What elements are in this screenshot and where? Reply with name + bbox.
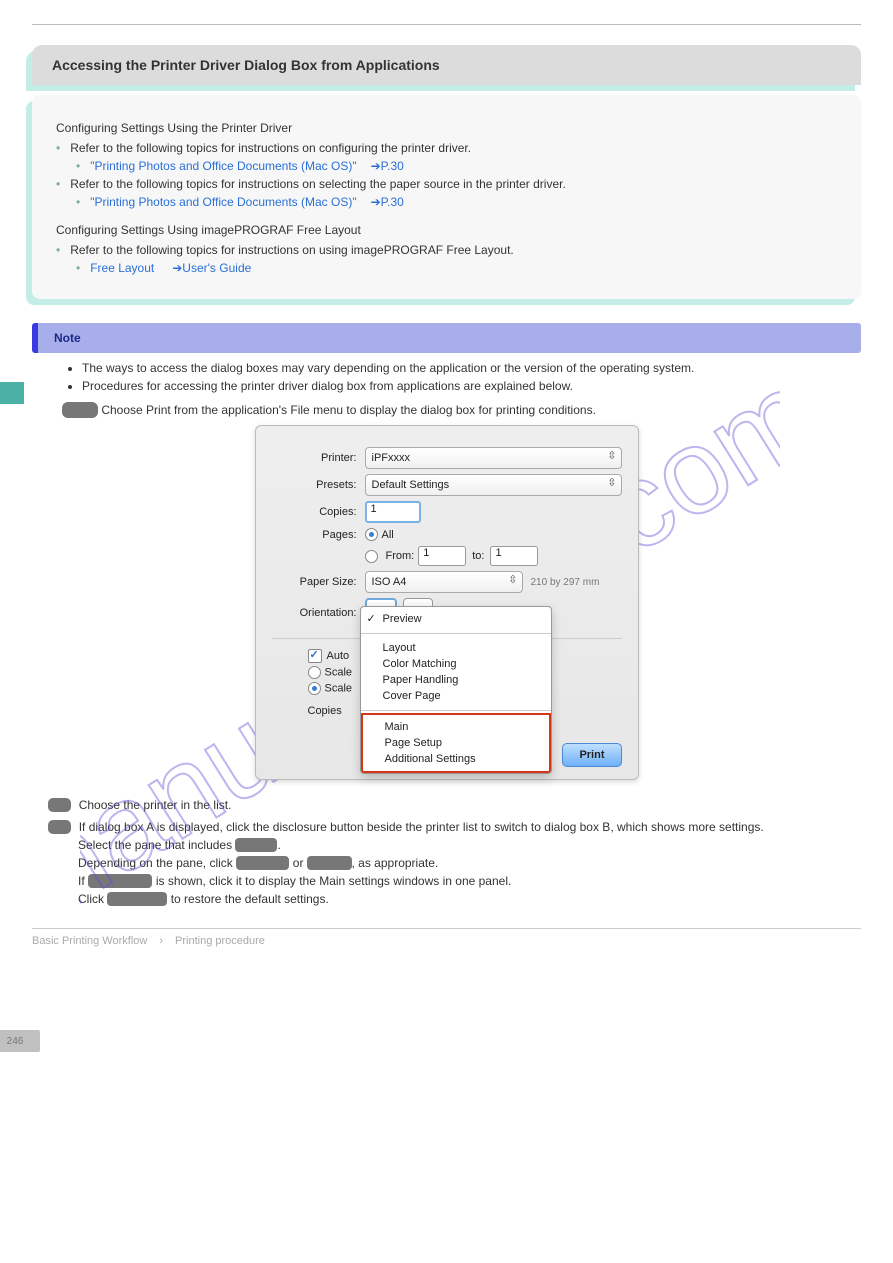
scale-radio-2[interactable]: [308, 682, 321, 695]
auto-rotate-label: Auto: [327, 650, 350, 662]
crumb-1: Basic Printing Workflow: [32, 935, 147, 947]
manual-ref: ➔User's Guide: [172, 261, 251, 275]
step-2-text: If dialog box A is displayed, click the …: [79, 820, 764, 834]
bullet-icon: •: [76, 195, 80, 209]
scale-label-2: Scale: [325, 682, 353, 694]
crumb-sep: ›: [159, 935, 163, 947]
section-title: Accessing the Printer Driver Dialog Box …: [32, 45, 861, 85]
para-4: Click Defaults to restore the default se…: [78, 892, 718, 906]
pages-label: Pages:: [272, 529, 357, 541]
bullet-icon: •: [76, 261, 80, 275]
bullet-icon: •: [56, 243, 60, 257]
bullet-icon: •: [56, 141, 60, 155]
orientation-label: Orientation:: [272, 607, 357, 619]
side-tab: [0, 382, 24, 404]
paper-size-label: Paper Size:: [272, 576, 357, 588]
para-2: Depending on the pane, click Quality or …: [78, 856, 718, 870]
menu-layout[interactable]: Layout: [361, 640, 551, 656]
presets-select[interactable]: Default Settings: [365, 474, 622, 496]
printer-label: Printer:: [272, 452, 357, 464]
scale-label-1: Scale: [325, 666, 353, 678]
print-dialog: Printer: iPFxxxx Presets: Default Settin…: [255, 425, 639, 780]
dialog-intro-text: Choose Print from the application's File…: [101, 403, 596, 417]
link-2[interactable]: "Printing Photos and Office Documents (M…: [90, 195, 356, 209]
copies-input[interactable]: 1: [365, 501, 421, 523]
top-rule: [32, 24, 861, 25]
subhead-2: Configuring Settings Using imagePROGRAF …: [56, 223, 837, 237]
bullet-icon: •: [76, 159, 80, 173]
free-layout-link[interactable]: Free Layout: [90, 261, 154, 275]
dialog-pane-menu[interactable]: Preview Layout Color Matching Paper Hand…: [360, 606, 552, 774]
pages-from-input[interactable]: 1: [418, 546, 466, 566]
page-ref-2: ➔P.30: [371, 195, 404, 209]
copies-label: Copies:: [272, 506, 357, 518]
step-1-text: Choose the printer in the list.: [79, 798, 232, 812]
note-list: The ways to access the dialog boxes may …: [82, 361, 861, 393]
info-box: Configuring Settings Using the Printer D…: [32, 95, 861, 299]
gray-viewset: View set.: [88, 874, 152, 888]
presets-label: Presets:: [272, 479, 357, 491]
footer: Basic Printing Workflow › Printing proce…: [32, 928, 861, 947]
menu-main[interactable]: Main: [363, 719, 549, 735]
auto-rotate-checkbox[interactable]: [308, 649, 322, 663]
menu-additional-settings[interactable]: Additional Settings: [363, 751, 549, 767]
para-1: Select the pane that includes Main.: [78, 838, 718, 852]
copies-row-label: Copies: [308, 705, 342, 717]
subhead-1: Configuring Settings Using the Printer D…: [56, 121, 837, 135]
bullet-2: Refer to the following topics for instru…: [70, 177, 566, 191]
step-1: 1 Choose the printer in the list.: [48, 798, 861, 812]
link-1[interactable]: "Printing Photos and Office Documents (M…: [90, 159, 356, 173]
note-header: Note: [32, 323, 861, 353]
pages-to-input[interactable]: 1: [490, 546, 538, 566]
scale-radio-1[interactable]: [308, 666, 321, 679]
pages-all-radio[interactable]: [365, 528, 378, 541]
printer-select[interactable]: iPFxxxx: [365, 447, 622, 469]
dialog-intro: xx Choose Print from the application's F…: [62, 403, 831, 417]
step-1-badge: 1: [48, 798, 71, 812]
menu-paper-handling[interactable]: Paper Handling: [361, 672, 551, 688]
bullet-1: Refer to the following topics for instru…: [70, 141, 471, 155]
gray-main: Main: [235, 838, 277, 852]
step-2-badge: 2: [48, 820, 71, 834]
section-title-text: Accessing the Printer Driver Dialog Box …: [52, 57, 440, 73]
menu-preview[interactable]: Preview: [361, 611, 551, 627]
note-title: Note: [54, 331, 81, 345]
page-ref-1: ➔P.30: [371, 159, 404, 173]
pages-to-label: to:: [472, 550, 484, 562]
menu-color-matching[interactable]: Color Matching: [361, 656, 551, 672]
gray-defaults: Defaults: [107, 892, 167, 906]
para-3: If View set. is shown, click it to displ…: [78, 874, 718, 888]
page-number-side: 246: [0, 1030, 40, 1052]
bullet-3: Refer to the following topics for instru…: [70, 243, 514, 257]
gray-quality: Quality: [236, 856, 289, 870]
note-item-1: The ways to access the dialog boxes may …: [82, 361, 861, 375]
print-button[interactable]: Print: [562, 743, 621, 767]
pages-range-radio[interactable]: [365, 550, 378, 563]
paper-size-note: 210 by 297 mm: [531, 577, 600, 588]
crumb-2: Printing procedure: [175, 935, 265, 947]
pages-all-label: All: [382, 529, 394, 541]
highlighted-menu-group: Main Page Setup Additional Settings: [361, 713, 551, 773]
bullet-icon: •: [56, 177, 60, 191]
step-2: 2 If dialog box A is displayed, click th…: [48, 820, 861, 834]
pages-from-label: From:: [386, 550, 415, 562]
step-badge: xx: [62, 402, 98, 418]
paper-size-select[interactable]: ISO A4: [365, 571, 523, 593]
gray-color: Color: [307, 856, 352, 870]
breadcrumb: Basic Printing Workflow › Printing proce…: [32, 935, 265, 947]
menu-page-setup[interactable]: Page Setup: [363, 735, 549, 751]
note-item-2: Procedures for accessing the printer dri…: [82, 379, 861, 393]
menu-cover-page[interactable]: Cover Page: [361, 688, 551, 704]
